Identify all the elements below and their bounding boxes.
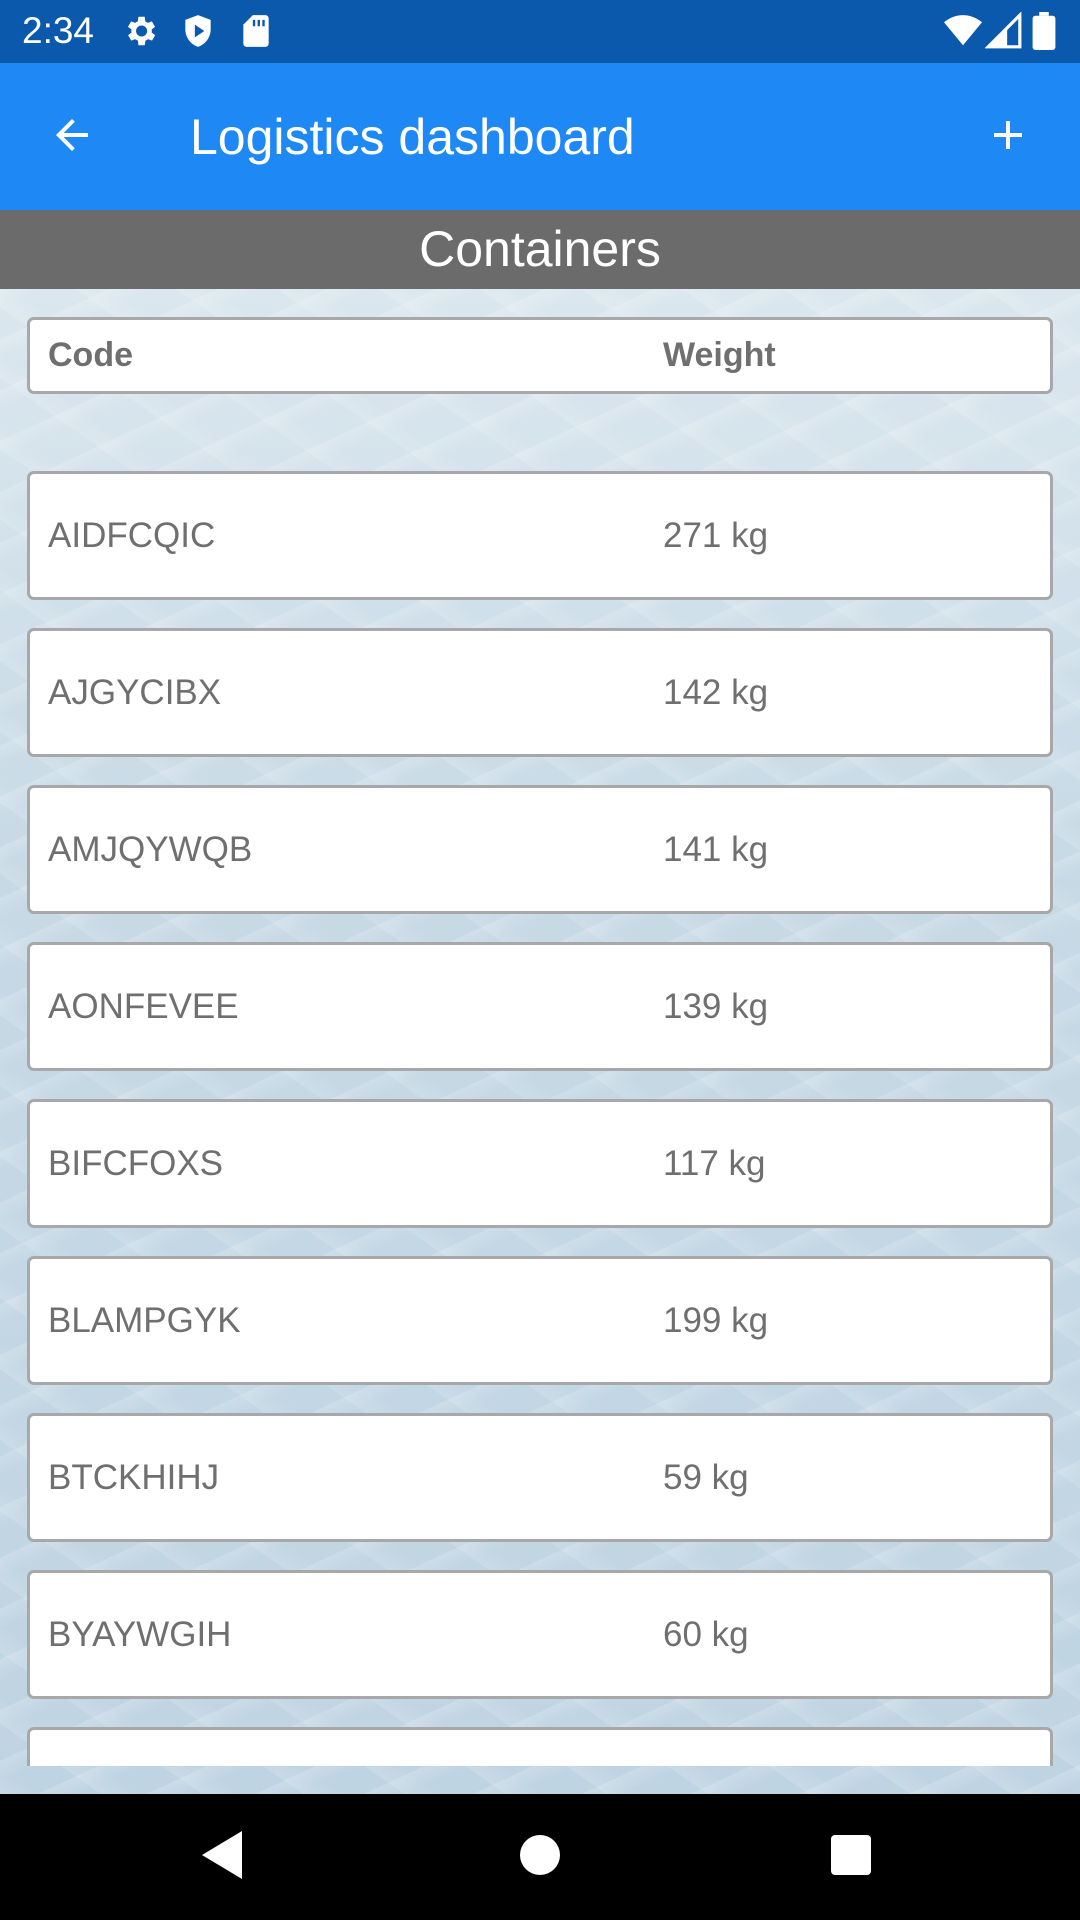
app-bar: Logistics dashboard [0, 63, 1080, 210]
table-row[interactable]: AMJQYWQB 141 kg [27, 785, 1053, 914]
row-weight: 139 kg [663, 987, 769, 1026]
back-button[interactable] [34, 99, 110, 175]
back-triangle-icon [202, 1830, 246, 1884]
table-row[interactable]: AJGYCIBX 142 kg [27, 628, 1053, 757]
row-code: BYAYWGIH [48, 1615, 232, 1654]
arrow-back-icon [48, 111, 96, 164]
sd-card-icon [237, 12, 275, 50]
table-row[interactable]: AONFEVEE 139 kg [27, 942, 1053, 1071]
section-title: Containers [0, 210, 1080, 289]
nav-recents-button[interactable] [816, 1822, 886, 1892]
nav-home-button[interactable] [505, 1822, 575, 1892]
row-code: BLAMPGYK [48, 1301, 241, 1340]
row-weight: 60 kg [663, 1615, 749, 1654]
add-button[interactable] [970, 99, 1046, 175]
table-row[interactable]: BIFCFOXS 117 kg [27, 1099, 1053, 1228]
row-code: AIDFCQIC [48, 516, 216, 555]
column-header-weight: Weight [663, 336, 776, 374]
wifi-icon [943, 12, 982, 50]
row-weight: 142 kg [663, 673, 769, 712]
table-row[interactable]: BYAYWGIH 60 kg [27, 1570, 1053, 1699]
battery-icon [1032, 12, 1056, 51]
shield-play-icon [179, 12, 217, 50]
row-weight: 117 kg [663, 1144, 766, 1183]
row-code: AMJQYWQB [48, 830, 253, 869]
table-row[interactable]: BTCKHIHJ 59 kg [27, 1413, 1053, 1542]
row-code: BIFCFOXS [48, 1144, 224, 1183]
column-header-code: Code [48, 336, 133, 374]
nav-back-button[interactable] [189, 1822, 259, 1892]
app-title: Logistics dashboard [190, 109, 635, 165]
table-header: Code Weight [27, 317, 1053, 394]
row-weight: 141 kg [663, 830, 769, 869]
table-row[interactable] [27, 1727, 1053, 1766]
row-weight: 59 kg [663, 1458, 749, 1497]
home-circle-icon [520, 1834, 560, 1880]
row-code: AJGYCIBX [48, 673, 222, 712]
screen: 2:34 Logistics dashboard Containers Code… [0, 0, 1080, 1920]
row-weight: 271 kg [663, 516, 769, 555]
status-bar: 2:34 [0, 0, 1080, 63]
plus-icon [984, 111, 1032, 164]
signal-icon [984, 11, 1023, 50]
navigation-bar [0, 1794, 1080, 1920]
row-weight: 199 kg [663, 1301, 769, 1340]
status-time: 2:34 [22, 10, 95, 51]
container-list[interactable]: Code Weight AIDFCQIC 271 kg AJGYCIBX 142… [0, 289, 1080, 1766]
row-code: AONFEVEE [48, 987, 239, 1026]
table-row[interactable]: BLAMPGYK 199 kg [27, 1256, 1053, 1385]
settings-icon [121, 12, 159, 50]
row-code: BTCKHIHJ [48, 1458, 220, 1497]
recents-square-icon [831, 1834, 871, 1880]
table-row[interactable]: AIDFCQIC 271 kg [27, 471, 1053, 600]
